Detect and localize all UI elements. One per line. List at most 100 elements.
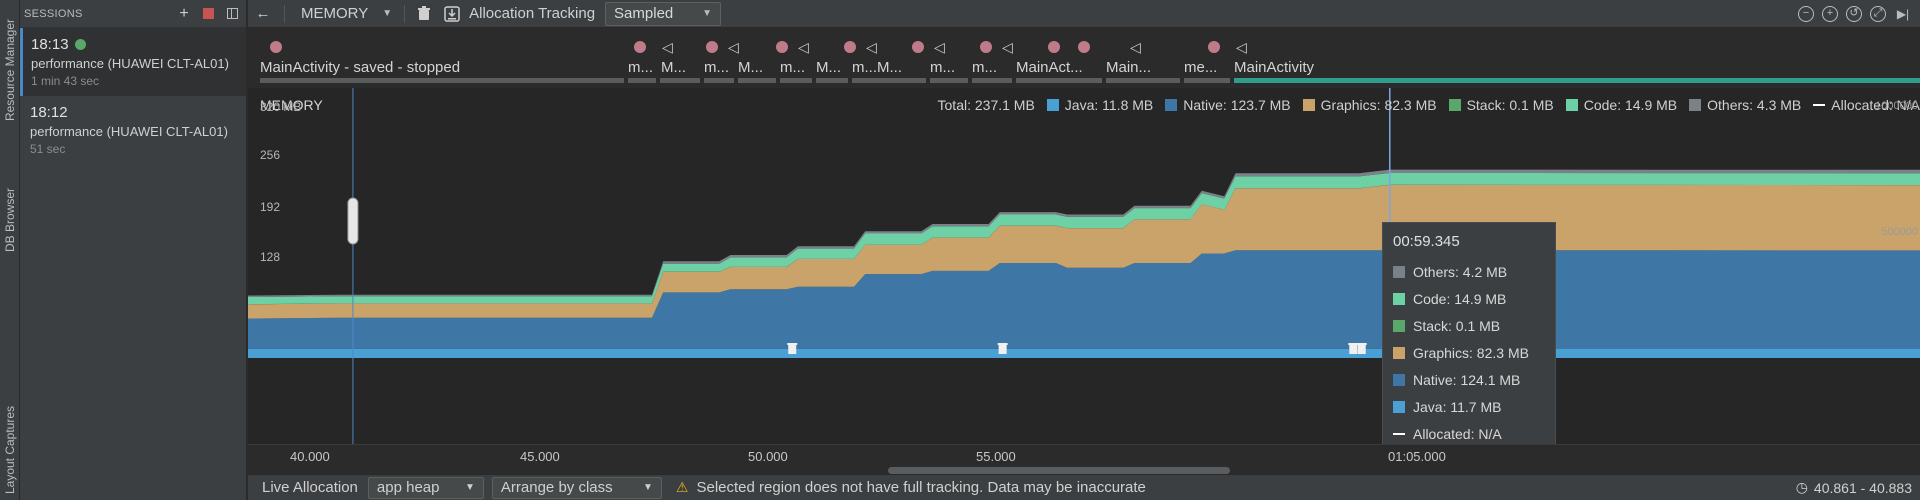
go-live-icon[interactable]: ▶| [1894, 6, 1912, 22]
tooltip-row-stack: Stack: 0.1 MB [1393, 312, 1545, 339]
touch-event-icon [706, 41, 718, 53]
tab-layout-captures[interactable]: Layout Captures [0, 380, 20, 500]
gc-event-icon[interactable] [787, 343, 798, 354]
touch-event-icon [270, 41, 282, 53]
memory-legend: Total: 237.1 MB Java: 11.8 MB Native: 12… [938, 97, 1920, 113]
zoom-in-icon[interactable]: + [1822, 5, 1838, 22]
y-tick-label: 192 [260, 200, 281, 214]
legend-swatch [1448, 99, 1461, 111]
memory-chart[interactable] [248, 88, 1920, 444]
activity-bar [1016, 78, 1102, 83]
selection-range: ◷ 40.861 - 40.883 [1795, 479, 1912, 496]
trash-icon[interactable] [413, 3, 435, 25]
allocation-bottom-bar: Live Allocation app heap ▼ Arrange by cla… [248, 474, 1920, 500]
area-java [248, 348, 1920, 358]
touch-event-icon [1048, 41, 1060, 53]
session-time: 18:12 [30, 103, 68, 121]
session-device: performance (HUAWEI CLT-AL01) [31, 56, 229, 71]
allocation-tracking-select[interactable]: Sampled ▼ [605, 1, 722, 26]
stop-icon[interactable] [198, 4, 218, 24]
profiler-select[interactable]: MEMORY ▼ [293, 3, 400, 25]
arrange-select[interactable]: Arrange by class ▼ [491, 476, 662, 499]
clock-icon: ◷ [1795, 479, 1808, 495]
activity-bar [738, 78, 776, 83]
tooltip-row-native: Native: 124.1 MB [1393, 366, 1545, 393]
zoom-out-icon[interactable]: − [1798, 5, 1814, 22]
x-tick-label: 01:05.000 [1388, 449, 1446, 464]
activity-bar [972, 78, 1012, 83]
session-item[interactable]: 18:12 performance (HUAWEI CLT-AL01) 51 s… [20, 96, 246, 164]
memory-panel: MEMORY Total: 237.1 MB Java: 11.8 MB Nat… [248, 88, 1920, 450]
tab-db-browser[interactable]: DB Browser [0, 150, 20, 290]
activity-label[interactable]: M... [738, 59, 763, 76]
x-tick-label: 55.000 [976, 449, 1016, 464]
tooltip-row-allocated: Allocated: N/A [1393, 420, 1545, 447]
allocation-tracking-label: Allocation Tracking [469, 5, 596, 22]
activity-bar [930, 78, 968, 83]
back-event-icon: ◁ [662, 39, 673, 55]
touch-event-icon [1208, 41, 1220, 53]
touch-event-icon [1078, 41, 1090, 53]
legend-swatch [1565, 99, 1578, 111]
tooltip-time: 00:59.345 [1393, 233, 1460, 250]
tool-window-strip: Resource Manager DB Browser Layout Captu… [0, 0, 20, 500]
y-tick-label: 320 MB [260, 100, 302, 114]
plus-icon[interactable]: + [174, 4, 194, 24]
activity-bar [780, 78, 812, 83]
activity-label[interactable]: MainActivity [1234, 59, 1314, 76]
session-time: 18:13 [31, 35, 69, 53]
activity-bar-current [1234, 78, 1920, 83]
activity-label[interactable]: m... [930, 59, 955, 76]
activity-label[interactable]: me... [1184, 59, 1217, 76]
activity-label[interactable]: MainActivity - saved - stopped [260, 59, 460, 76]
activity-label[interactable]: M... [661, 59, 686, 76]
split-layout-icon[interactable] [222, 4, 242, 24]
tooltip-row-java: Java: 11.7 MB [1393, 393, 1545, 420]
time-axis[interactable]: 40.000 45.000 50.000 55.000 01:05.000 [248, 444, 1920, 474]
activity-lane: ◁ ◁ ◁ ◁ ◁ ◁ ◁ ◁ MainActivity - saved - s… [248, 29, 1920, 87]
x-tick-label: 50.000 [748, 449, 788, 464]
y-tick-label: 256 [260, 148, 281, 162]
legend-item-others: Others: 4.3 MB [1689, 97, 1801, 113]
zoom-fit-icon[interactable]: ⤢ [1870, 5, 1886, 22]
tooltip-row-code: Code: 14.9 MB [1393, 285, 1545, 312]
legend-item-native: Native: 123.7 MB [1165, 97, 1291, 113]
tab-resource-manager[interactable]: Resource Manager [0, 0, 20, 140]
selection-handle[interactable] [347, 197, 359, 245]
activity-label[interactable]: M... [816, 59, 841, 76]
legend-swatch [1302, 99, 1315, 111]
y-tick-label: 128 [260, 250, 281, 264]
activity-label[interactable]: m... [628, 59, 653, 76]
activity-label[interactable]: Main... [1106, 59, 1151, 76]
arrow-left-icon[interactable]: ← [252, 3, 274, 25]
legend-swatch [1165, 99, 1178, 111]
activity-label[interactable]: m...M... [852, 59, 902, 76]
back-event-icon: ◁ [1130, 39, 1141, 55]
reset-zoom-icon[interactable]: ↺ [1846, 5, 1862, 22]
heap-select[interactable]: app heap ▼ [367, 476, 484, 499]
chevron-down-icon: ▼ [465, 482, 475, 493]
activity-label[interactable]: m... [972, 59, 997, 76]
legend-item-stack: Stack: 0.1 MB [1448, 97, 1554, 113]
activity-bar [660, 78, 700, 83]
activity-label[interactable]: MainAct... [1016, 59, 1083, 76]
memory-tooltip: 00:59.345 Others: 4.2 MB Code: 14.9 MB S… [1382, 222, 1556, 450]
legend-swatch [1046, 99, 1059, 111]
activity-label[interactable]: m... [780, 59, 805, 76]
back-event-icon: ◁ [934, 39, 945, 55]
back-event-icon: ◁ [798, 39, 809, 55]
session-duration: 51 sec [30, 142, 66, 156]
sessions-header: SESSIONS + [20, 0, 246, 28]
activity-label[interactable]: m... [704, 59, 729, 76]
timeline-scrollbar[interactable] [888, 467, 1230, 474]
session-device: performance (HUAWEI CLT-AL01) [30, 124, 228, 139]
legend-item-graphics: Graphics: 82.3 MB [1302, 97, 1437, 113]
sessions-title: SESSIONS [24, 7, 83, 20]
gc-event-icon[interactable] [1356, 343, 1367, 354]
touch-event-icon [776, 41, 788, 53]
session-item[interactable]: 18:13 performance (HUAWEI CLT-AL01) 1 mi… [20, 28, 246, 96]
activity-bar [628, 78, 656, 83]
heap-dump-icon[interactable] [441, 3, 463, 25]
live-indicator-icon [74, 38, 86, 50]
gc-event-icon[interactable] [997, 343, 1008, 354]
